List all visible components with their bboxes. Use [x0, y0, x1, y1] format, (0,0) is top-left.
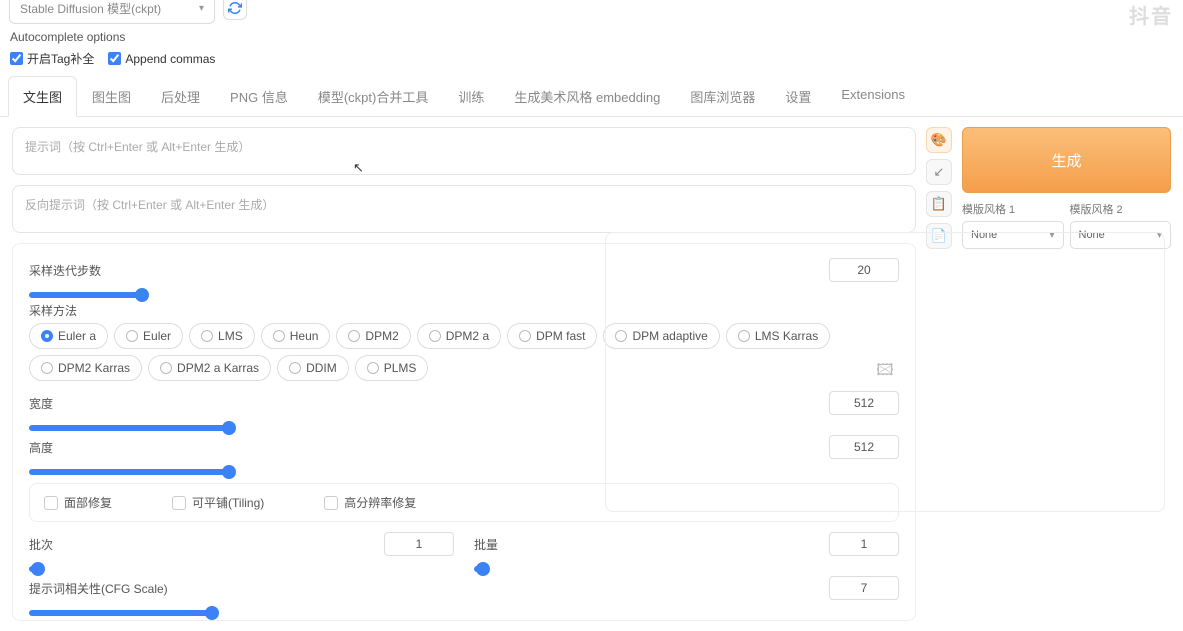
negative-prompt-input[interactable]: 反向提示词（按 Ctrl+Enter 或 Alt+Enter 生成） — [12, 185, 916, 233]
prompt-input[interactable]: 提示词（按 Ctrl+Enter 或 Alt+Enter 生成） — [12, 127, 916, 175]
radio-icon — [348, 330, 360, 342]
tab-9[interactable]: Extensions — [826, 76, 920, 117]
method-euler[interactable]: Euler — [114, 323, 183, 349]
radio-icon — [289, 362, 301, 374]
radio-icon — [367, 362, 379, 374]
batch-size-input[interactable] — [829, 532, 899, 556]
chevron-down-icon: ▾ — [199, 3, 204, 14]
hires-checkbox[interactable]: 高分辨率修复 — [324, 494, 416, 511]
height-label: 高度 — [29, 439, 53, 456]
tab-5[interactable]: 训练 — [443, 76, 499, 117]
method-dpm2-a[interactable]: DPM2 a — [417, 323, 501, 349]
arrow-icon: ↙ — [934, 164, 945, 180]
palette-button[interactable]: 🎨 — [926, 127, 952, 153]
method-dpm-fast[interactable]: DPM fast — [507, 323, 597, 349]
arrow-button[interactable]: ↙ — [926, 159, 952, 185]
tab-1[interactable]: 图生图 — [77, 76, 146, 117]
cfg-input[interactable] — [829, 576, 899, 600]
method-dpm2-a-karras[interactable]: DPM2 a Karras — [148, 355, 271, 381]
model-placeholder: Stable Diffusion 模型(ckpt) — [20, 0, 161, 17]
style2-label: 模版风格 2 — [1070, 201, 1172, 217]
image-icon: 🖾 — [876, 359, 893, 386]
method-dpm2[interactable]: DPM2 — [336, 323, 410, 349]
checkbox-append-commas[interactable]: Append commas — [108, 52, 215, 66]
steps-label: 采样迭代步数 — [29, 262, 101, 279]
radio-icon — [429, 330, 441, 342]
radio-icon — [201, 330, 213, 342]
preview-panel: 🖾 — [605, 232, 1165, 512]
method-dpm2-karras[interactable]: DPM2 Karras — [29, 355, 142, 381]
batch-count-input[interactable] — [384, 532, 454, 556]
tab-2[interactable]: 后处理 — [146, 76, 215, 117]
radio-icon — [41, 330, 53, 342]
style1-label: 模版风格 1 — [962, 201, 1064, 217]
tab-3[interactable]: PNG 信息 — [215, 76, 303, 117]
tab-8[interactable]: 设置 — [770, 76, 826, 117]
method-plms[interactable]: PLMS — [355, 355, 429, 381]
clipboard-button[interactable]: 📋 — [926, 191, 952, 217]
method-heun[interactable]: Heun — [261, 323, 331, 349]
palette-icon: 🎨 — [931, 132, 947, 148]
tiling-checkbox[interactable]: 可平铺(Tiling) — [172, 494, 264, 511]
method-lms[interactable]: LMS — [189, 323, 255, 349]
tab-7[interactable]: 图库浏览器 — [675, 76, 770, 117]
face-restore-checkbox[interactable]: 面部修复 — [44, 494, 112, 511]
cfg-label: 提示词相关性(CFG Scale) — [29, 580, 168, 597]
radio-icon — [519, 330, 531, 342]
radio-icon — [41, 362, 53, 374]
refresh-button[interactable] — [223, 0, 247, 20]
tab-4[interactable]: 模型(ckpt)合并工具 — [303, 76, 444, 117]
radio-icon — [160, 362, 172, 374]
checkbox-tag-complete[interactable]: 开启Tag补全 — [10, 50, 94, 67]
width-label: 宽度 — [29, 395, 53, 412]
generate-button[interactable]: 生成 — [962, 127, 1171, 193]
radio-icon — [126, 330, 138, 342]
tabs: 文生图图生图后处理PNG 信息模型(ckpt)合并工具训练生成美术风格 embe… — [0, 75, 1183, 117]
autocomplete-label: Autocomplete options — [0, 24, 1183, 46]
tab-0[interactable]: 文生图 — [8, 76, 77, 117]
batch-size-label: 批量 — [474, 536, 498, 553]
radio-icon — [273, 330, 285, 342]
tab-6[interactable]: 生成美术风格 embedding — [499, 76, 675, 117]
method-euler-a[interactable]: Euler a — [29, 323, 108, 349]
clipboard-icon: 📋 — [931, 196, 947, 212]
batch-count-label: 批次 — [29, 536, 53, 553]
model-select[interactable]: Stable Diffusion 模型(ckpt) ▾ — [9, 0, 215, 24]
watermark: 抖音 — [1129, 0, 1173, 29]
method-ddim[interactable]: DDIM — [277, 355, 349, 381]
